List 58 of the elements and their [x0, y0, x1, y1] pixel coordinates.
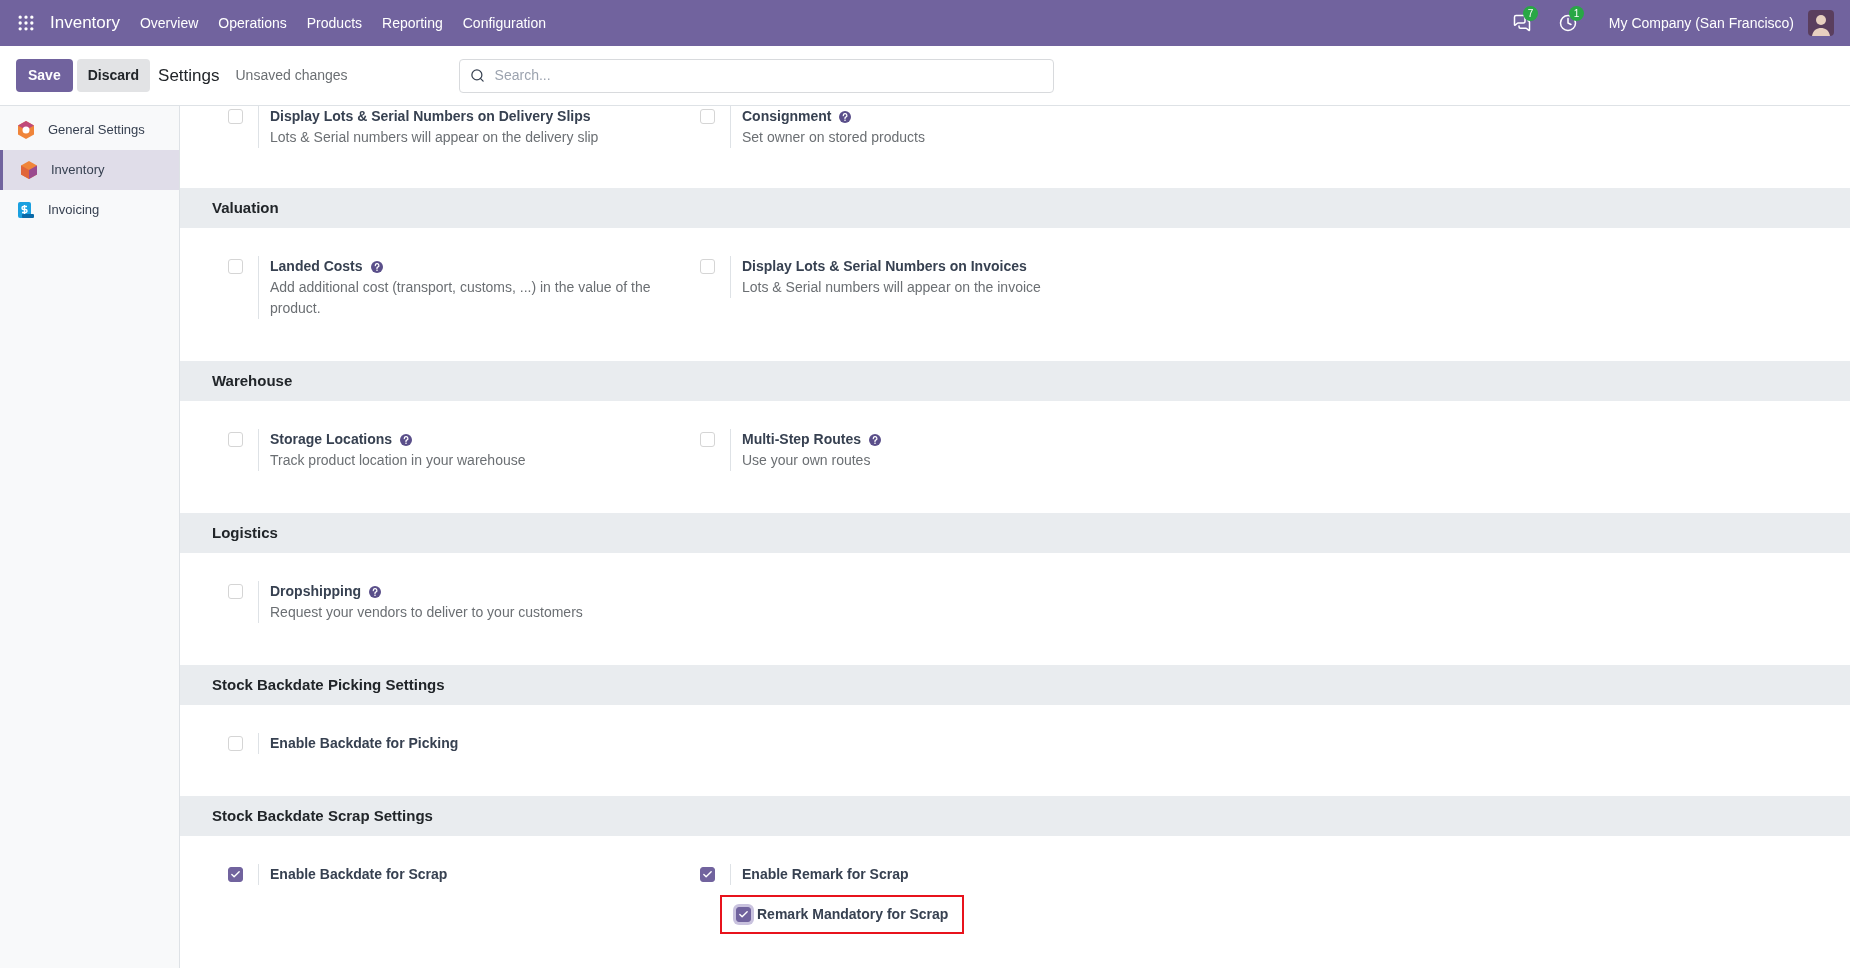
app-name[interactable]: Inventory	[50, 10, 120, 36]
setting-description: Set owner on stored products	[742, 128, 925, 147]
setting-description: Lots & Serial numbers will appear on the invoice	[742, 278, 1041, 297]
checkmark-icon	[230, 869, 241, 880]
discard-button[interactable]: Discard	[76, 59, 151, 92]
status-text: Unsaved changes	[235, 66, 348, 85]
count-badge: 1	[1568, 6, 1585, 21]
help-icon[interactable]	[369, 585, 381, 598]
setting-description: Use your own routes	[742, 451, 872, 470]
section-header: Warehouse	[180, 361, 1850, 401]
help-icon[interactable]	[370, 260, 383, 273]
setting-label: Dropshipping	[270, 582, 361, 601]
avatar-icon[interactable]	[1808, 10, 1834, 36]
checkbox[interactable]	[700, 867, 715, 882]
hexagon-box-icon	[19, 160, 39, 180]
app-grid-icon[interactable]	[16, 13, 36, 33]
setting-description: Track product location in your warehouse	[270, 451, 526, 470]
section-header: Valuation	[180, 188, 1850, 228]
checkmark-icon	[702, 869, 713, 880]
invoice-dollar-icon	[16, 200, 36, 220]
setting-label: Display Lots & Serial Numbers on Invoices	[742, 257, 1027, 276]
setting-description: Request your vendors to deliver to your customers	[270, 603, 583, 622]
menu-item[interactable]: Products	[296, 12, 373, 34]
help-icon[interactable]	[869, 433, 881, 446]
setting-label: Enable Backdate for Scrap	[270, 865, 448, 884]
setting-label: Remark Mandatory for Scrap	[757, 905, 949, 924]
setting-label: Landed Costs	[270, 257, 363, 276]
help-icon[interactable]	[400, 433, 413, 446]
page-title: Settings	[158, 64, 220, 87]
search-input[interactable]: Search...	[494, 65, 1043, 86]
hexagon-logo-icon	[16, 120, 36, 140]
save-button[interactable]: Save	[16, 59, 73, 92]
section-header: Stock Backdate Scrap Settings	[180, 796, 1850, 836]
company-switcher[interactable]: My Company (San Francisco)	[1608, 12, 1794, 34]
setting-description: Lots & Serial numbers will appear on the delivery slip	[270, 128, 599, 147]
help-icon[interactable]	[839, 110, 852, 123]
sidebar-item[interactable]: Invoicing	[0, 190, 179, 230]
checkmark-icon	[738, 909, 749, 920]
sidebar-item[interactable]: Inventory	[0, 150, 179, 190]
setting-label: Storage Locations	[270, 430, 393, 449]
search-icon	[469, 68, 485, 83]
setting-label: Enable Backdate for Picking	[270, 734, 459, 753]
menu-item[interactable]: Reporting	[372, 12, 453, 34]
sidebar-item[interactable]: General Settings	[0, 110, 179, 150]
setting-label: Enable Remark for Scrap	[742, 865, 909, 884]
setting-label: Multi-Step Routes	[742, 430, 861, 449]
count-badge: 7	[1522, 6, 1539, 21]
checkbox[interactable]	[736, 907, 751, 922]
checkbox[interactable]	[228, 867, 243, 882]
search-field[interactable]: Search...	[458, 58, 1054, 93]
setting-label: Display Lots & Serial Numbers on Delivery Slips	[270, 107, 591, 126]
menu-item[interactable]: Overview	[129, 12, 209, 34]
setting-label: Consignment	[742, 107, 832, 126]
section-header: Stock Backdate Picking Settings	[180, 665, 1850, 705]
setting-description: Add additional cost (transport, customs, ...) in the value of the product.	[270, 278, 652, 318]
menu-item[interactable]: Operations	[208, 12, 297, 34]
section-header: Logistics	[180, 513, 1850, 553]
menu-item[interactable]: Configuration	[452, 12, 556, 34]
